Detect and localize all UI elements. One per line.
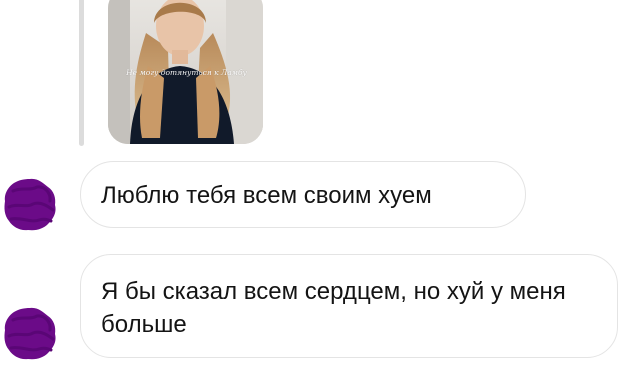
censored-avatar-icon[interactable] [3,306,57,360]
reply-line [79,0,84,146]
message-text: Я бы сказал всем сердцем, но хуй у меня … [101,278,566,338]
story-reply-preview[interactable]: Не могу дотянуться к Ламбу [108,0,263,144]
censored-avatar-icon[interactable] [3,177,57,231]
chat-thread: Не могу дотянуться к Ламбу Люблю тебя вс… [0,0,640,371]
message-bubble[interactable]: Люблю тебя всем своим хуем [80,161,526,228]
story-caption: Не могу дотянуться к Ламбу [126,68,247,77]
message-bubble[interactable]: Я бы сказал всем сердцем, но хуй у меня … [80,254,618,358]
message-text: Люблю тебя всем своим хуем [101,182,432,209]
